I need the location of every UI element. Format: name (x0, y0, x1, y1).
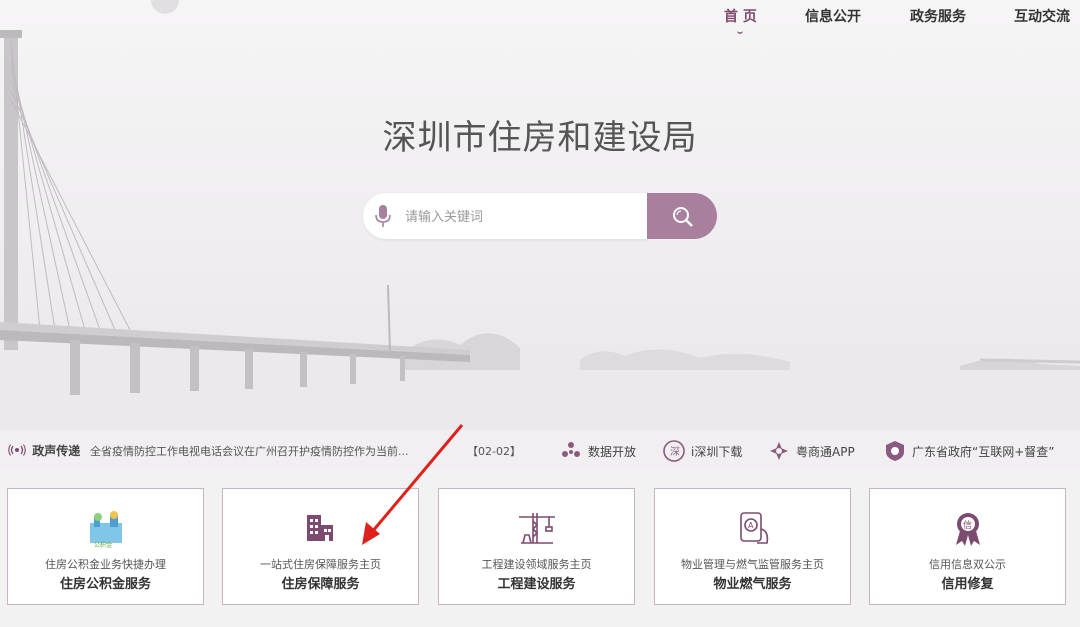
credit-badge-icon: 信 (948, 509, 988, 553)
broadcast-icon (8, 444, 26, 456)
hero-banner: 首 页 信息公开 政务服务 互动交流 深圳市住房和建设局 (0, 0, 1080, 430)
nav-item-gov-services[interactable]: 政务服务 (910, 6, 966, 26)
card-construction[interactable]: 工程建设领域服务主页 工程建设服务 (438, 488, 635, 605)
microphone-icon[interactable] (375, 204, 391, 232)
ticker-label: 政声传递 (8, 442, 80, 459)
card-credit-repair[interactable]: 信 信用信息双公示 信用修复 (869, 488, 1066, 605)
card-credit-repair-subtitle: 信用信息双公示 (929, 558, 1006, 571)
news-ticker: 政声传递 全省疫情防控工作电视电话会议在广州召开护疫情防控作为当前... 【02… (0, 430, 1080, 470)
svg-text:A: A (748, 521, 754, 530)
quick-link-supervision[interactable]: 广东省政府“互联网+督查” (884, 440, 1055, 465)
card-housing-security-subtitle: 一站式住房保障服务主页 (260, 558, 381, 571)
search-input[interactable] (403, 205, 637, 229)
card-housing-security-title: 住房保障服务 (281, 577, 360, 592)
nav-item-home[interactable]: 首 页 (724, 6, 757, 34)
building-icon (301, 509, 341, 553)
card-housing-fund-subtitle: 住房公积金业务快捷办理 (45, 558, 166, 571)
supervision-icon (884, 440, 906, 465)
data-icon (560, 440, 582, 465)
nav-item-interaction[interactable]: 互动交流 (1014, 6, 1070, 26)
search-box (363, 193, 647, 239)
search-bar (363, 193, 717, 239)
crane-icon (517, 509, 557, 553)
card-construction-subtitle: 工程建设领域服务主页 (481, 558, 592, 571)
svg-text:信: 信 (963, 519, 972, 531)
nav-active-indicator (737, 26, 743, 34)
search-icon (673, 207, 693, 227)
nav-item-info-disclosure[interactable]: 信息公开 (805, 6, 861, 26)
quick-link-yueshangtong[interactable]: 粤商通APP (768, 440, 855, 465)
housing-fund-icon: 公积金 (86, 509, 126, 553)
svg-text:公积金: 公积金 (94, 541, 112, 549)
page-title: 深圳市住房和建设局 (382, 118, 698, 158)
yueshangtong-icon (768, 440, 790, 465)
search-button[interactable] (647, 193, 717, 239)
quick-link-i-shenzhen[interactable]: 深 i深圳下载 (663, 440, 742, 465)
card-property-gas[interactable]: A 物业管理与燃气监管服务主页 物业燃气服务 (654, 488, 851, 605)
card-construction-title: 工程建设服务 (497, 577, 576, 592)
ticker-headline-link[interactable]: 全省疫情防控工作电视电话会议在广州召开护疫情防控作为当前... (90, 443, 409, 459)
card-housing-fund-title: 住房公积金服务 (59, 577, 151, 592)
service-cards: 公积金 住房公积金业务快捷办理 住房公积金服务 一站式住房保障服务主页 住房保障… (0, 470, 1080, 627)
card-property-gas-subtitle: 物业管理与燃气监管服务主页 (681, 558, 824, 571)
card-property-gas-title: 物业燃气服务 (713, 577, 792, 592)
card-housing-fund[interactable]: 公积金 住房公积金业务快捷办理 住房公积金服务 (7, 488, 204, 605)
card-credit-repair-title: 信用修复 (941, 577, 994, 592)
ticker-date: 【02-02】 (467, 445, 521, 458)
svg-text:深: 深 (670, 446, 680, 458)
i-shenzhen-icon: 深 (663, 440, 685, 465)
quick-link-data-open[interactable]: 数据开放 (560, 440, 636, 465)
card-housing-security[interactable]: 一站式住房保障服务主页 住房保障服务 (222, 488, 419, 605)
gas-meter-icon: A (733, 509, 773, 553)
